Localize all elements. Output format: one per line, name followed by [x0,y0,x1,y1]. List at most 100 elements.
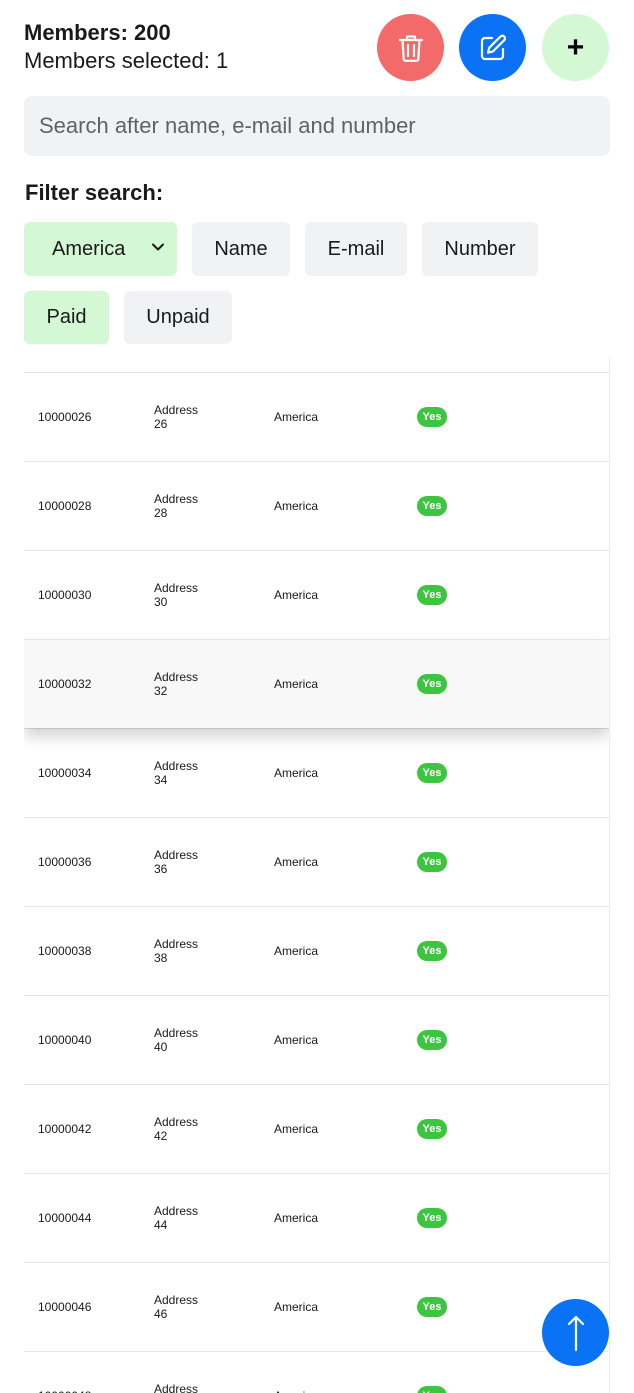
paid-status-badge: Yes [417,1386,447,1393]
address-line2: 46 [154,1307,168,1321]
address-line1: Address [154,403,199,417]
address-line2: 44 [154,1218,168,1232]
table-row[interactable]: 10000040 Address 40 America Yes [24,995,609,1084]
filter-number-button[interactable]: Number [422,222,538,276]
members-selected-count: Members selected: 1 [24,48,229,73]
address-line1: Address [154,492,199,506]
filter-unpaid-button[interactable]: Unpaid [124,291,232,344]
address-line1: Address [154,937,199,951]
paid-status-badge: Yes [417,852,447,872]
member-address: Address 46 [154,1293,214,1321]
members-header: Members: 200 Members selected: 1 + [24,14,610,81]
table-row[interactable]: 10000038 Address 38 America Yes [24,906,609,995]
members-count: Members: 200 [24,20,171,45]
address-line1: Address [154,759,199,773]
filter-name-button[interactable]: Name [192,222,290,276]
member-number: 10000046 [38,1300,92,1314]
member-region: America [274,499,319,513]
table-row[interactable]: 10000030 Address 30 America Yes [24,550,609,639]
paid-status-badge: Yes [417,763,447,783]
paid-status-badge: Yes [417,941,447,961]
member-region: America [274,766,319,780]
address-line2: 40 [154,1040,168,1054]
address-line2: 42 [154,1129,168,1143]
address-line2: 38 [154,951,168,965]
member-region: America [274,944,319,958]
member-address: Address 34 [154,759,214,787]
filter-paid-button[interactable]: Paid [24,291,109,344]
table-row[interactable]: 10000028 Address 28 America Yes [24,461,609,550]
address-line2: 30 [154,595,168,609]
member-region: America [274,1033,319,1047]
members-table[interactable]: 10000026 Address 26 America Yes 10000028 Addre… [24,358,610,1393]
address-line2: 26 [154,417,168,431]
member-address: Address 36 [154,848,214,876]
member-address: Address48 [154,1382,214,1393]
region-select[interactable]: America [24,222,177,276]
search-placeholder: Search after name, e-mail and number [39,113,416,138]
delete-button[interactable] [377,14,444,81]
paid-status-badge: Yes [417,1030,447,1050]
member-address: Address 44 [154,1204,214,1232]
table-row[interactable]: 10000026 Address 26 America Yes [24,372,609,461]
address-line2: 28 [154,506,168,520]
table-row[interactable]: 10000032 Address 32 America Yes [24,639,609,728]
paid-status-badge: Yes [417,407,447,427]
table-row[interactable]: 10000044 Address 44 America Yes [24,1173,609,1262]
address-line1: Address [154,1026,199,1040]
address-line1: Address [154,1115,199,1129]
member-region: America [274,1300,319,1314]
address-line1: Address [154,1204,199,1218]
edit-button[interactable] [459,14,526,81]
paid-status-badge: Yes [417,1119,447,1139]
address-line2: 34 [154,773,168,787]
member-address: Address 28 [154,492,214,520]
member-number: 10000042 [38,1122,92,1136]
filter-email-button[interactable]: E-mail [305,222,407,276]
member-number: 10000036 [38,855,92,869]
member-address: Address 26 [154,403,214,431]
add-member-button[interactable]: + [542,14,609,81]
member-address: Address 40 [154,1026,214,1054]
member-number: 10000028 [38,499,92,513]
paid-status-badge: Yes [417,674,447,694]
member-number: 10000026 [38,410,92,424]
paid-status-badge: Yes [417,496,447,516]
member-address: Address 30 [154,581,214,609]
address-line1: Address [154,848,199,862]
table-row[interactable]: 10000046 Address 46 America Yes [24,1262,609,1351]
paid-status-badge: Yes [417,585,447,605]
filter-search-title: Filter search: [25,180,164,205]
arrow-up-icon [567,1315,584,1351]
member-number: 10000030 [38,588,92,602]
paid-status-badge: Yes [417,1208,447,1228]
member-address: Address 42 [154,1115,214,1143]
member-region: America [274,1389,318,1393]
address-line1: Address [154,581,199,595]
member-number: 10000034 [38,766,92,780]
table-row[interactable]: 10000042 Address 42 America Yes [24,1084,609,1173]
member-region: America [274,588,319,602]
table-row[interactable]: 10000036 Address 36 America Yes [24,817,609,906]
address-line1: Address [154,1293,199,1307]
address-line1: Address [154,670,199,684]
member-region: America [274,410,319,424]
region-select-value: America [52,237,126,260]
member-number: 10000032 [38,677,92,691]
member-address: Address 32 [154,670,214,698]
member-region: America [274,1122,319,1136]
member-address: Address 38 [154,937,214,965]
member-region: America [274,1211,319,1225]
member-number: 10000040 [38,1033,92,1047]
address-line2: 32 [154,684,168,698]
chevron-down-icon [152,243,164,251]
scroll-to-top-button[interactable] [542,1299,609,1366]
search-input[interactable]: Search after name, e-mail and number [24,96,610,156]
member-number: 10000044 [38,1211,92,1225]
table-row[interactable]: 10000048 Address48 America Yes [24,1351,609,1393]
table-row[interactable]: 10000034 Address 34 America Yes [24,728,609,817]
member-region: America [274,855,319,869]
trash-icon [398,34,423,62]
edit-icon [480,34,506,60]
address-line2: 36 [154,862,168,876]
